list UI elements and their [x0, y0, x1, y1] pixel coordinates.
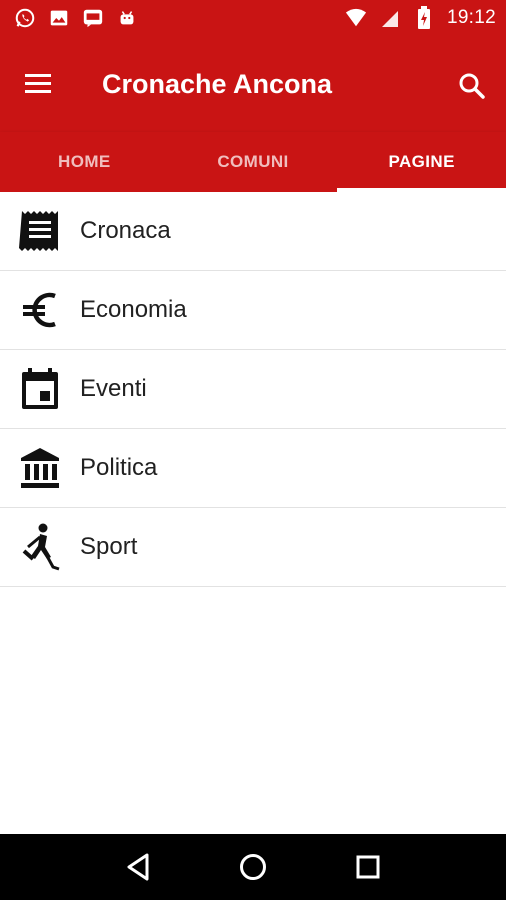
list-item-cronaca[interactable]: Cronaca — [0, 192, 506, 271]
image-icon — [48, 7, 70, 29]
government-building-icon — [18, 446, 62, 490]
status-time: 19:12 — [446, 7, 496, 28]
cell-signal-icon — [379, 7, 401, 29]
list-item-sport[interactable]: Sport — [0, 508, 506, 587]
list-item-label: Eventi — [80, 375, 147, 402]
recents-icon[interactable] — [348, 847, 388, 887]
tab-bar: HOME COMUNI PAGINE — [0, 132, 506, 192]
system-nav-bar — [0, 834, 506, 900]
euro-icon — [18, 288, 62, 332]
calendar-icon — [18, 367, 62, 411]
whatsapp-icon — [14, 7, 36, 29]
list-item-label: Sport — [80, 533, 138, 560]
tab-home[interactable]: HOME — [0, 132, 169, 192]
list-item-politica[interactable]: Politica — [0, 429, 506, 508]
search-icon[interactable] — [456, 70, 488, 102]
list-item-label: Economia — [80, 296, 187, 323]
status-notifications — [14, 7, 138, 29]
wifi-icon — [345, 7, 367, 29]
tab-pagine[interactable]: PAGINE — [337, 132, 506, 192]
list-item-label: Cronaca — [80, 217, 171, 244]
chat-icon — [82, 7, 104, 29]
home-icon[interactable] — [233, 847, 273, 887]
back-icon[interactable] — [118, 847, 158, 887]
battery-charging-icon — [413, 6, 435, 29]
menu-icon[interactable] — [22, 70, 56, 98]
receipt-icon — [18, 209, 62, 253]
list-item-eventi[interactable]: Eventi — [0, 350, 506, 429]
hockey-player-icon — [18, 523, 62, 571]
list-item-label: Politica — [80, 454, 158, 481]
pages-list: Cronaca Economia Eventi Politica Sport — [0, 192, 506, 587]
tab-comuni[interactable]: COMUNI — [169, 132, 338, 192]
android-icon — [116, 7, 138, 29]
status-system: 19:12 — [345, 6, 496, 29]
list-item-economia[interactable]: Economia — [0, 271, 506, 350]
app-toolbar: Cronache Ancona — [0, 36, 506, 132]
app-title: Cronache Ancona — [102, 69, 333, 99]
status-bar: 19:12 — [0, 0, 506, 36]
